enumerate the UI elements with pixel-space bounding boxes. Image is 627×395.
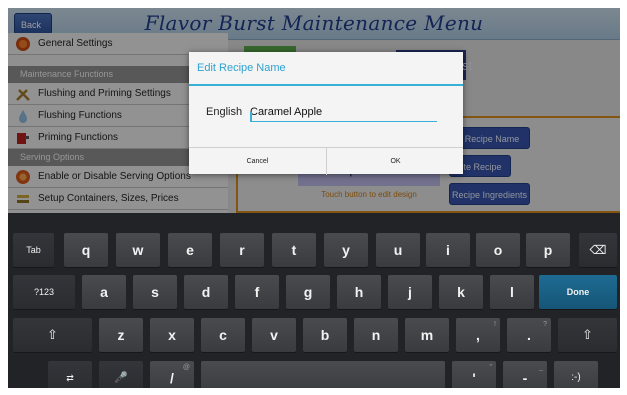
key-slash[interactable]: / @ <box>150 361 194 388</box>
key-f[interactable]: f <box>235 275 279 309</box>
on-screen-keyboard: Tab q w e r t y u i o p ⌫ ?123 a s d f g… <box>8 213 620 388</box>
key-apostrophe[interactable]: ' " <box>452 361 496 388</box>
key-b[interactable]: b <box>303 318 347 352</box>
shift-key-right[interactable]: ⇧ <box>558 318 617 352</box>
key-i[interactable]: i <box>426 233 470 267</box>
key-q[interactable]: q <box>64 233 108 267</box>
key-period[interactable]: .? <box>507 318 551 352</box>
key-j[interactable]: j <box>388 275 432 309</box>
key-s[interactable]: s <box>133 275 177 309</box>
key-r[interactable]: r <box>220 233 264 267</box>
key-k[interactable]: k <box>439 275 483 309</box>
key-g[interactable]: g <box>286 275 330 309</box>
key-slash-alt: @ <box>182 364 190 371</box>
dialog-title: Edit Recipe Name <box>197 62 286 74</box>
microphone-icon[interactable]: 🎤 <box>99 361 143 388</box>
key-tab[interactable]: Tab <box>13 233 54 267</box>
backspace-key[interactable]: ⌫ <box>579 233 617 267</box>
key-c[interactable]: c <box>201 318 245 352</box>
key-symbols[interactable]: ?123 <box>13 275 75 309</box>
screenshot-frame: Back Flavor Burst Maintenance Menu Gener… <box>0 0 627 395</box>
cancel-button[interactable]: Cancel <box>189 148 326 175</box>
ok-button[interactable]: OK <box>327 148 464 175</box>
key-period-alt: ? <box>543 321 547 328</box>
key-m[interactable]: m <box>405 318 449 352</box>
key-y[interactable]: y <box>324 233 368 267</box>
key-p[interactable]: p <box>526 233 570 267</box>
key-period-label: . <box>527 327 531 343</box>
key-w[interactable]: w <box>116 233 160 267</box>
emoticon-key[interactable]: :-) <box>554 361 598 388</box>
recipe-name-input[interactable] <box>250 102 437 122</box>
key-comma-label: , <box>476 327 480 343</box>
shift-key-left[interactable]: ⇧ <box>13 318 92 352</box>
key-comma-alt: ! <box>494 321 496 328</box>
key-h[interactable]: h <box>337 275 381 309</box>
space-bar[interactable]: space <box>201 361 445 388</box>
key-t[interactable]: t <box>272 233 316 267</box>
key-d[interactable]: d <box>184 275 228 309</box>
settings-key[interactable]: ⇄ <box>48 361 92 388</box>
key-dash[interactable]: - _ <box>503 361 547 388</box>
dialog-title-divider <box>189 84 463 86</box>
done-key[interactable]: Done <box>539 275 617 309</box>
key-a[interactable]: a <box>82 275 126 309</box>
key-o[interactable]: o <box>476 233 520 267</box>
key-comma[interactable]: ,! <box>456 318 500 352</box>
language-label: English <box>206 106 243 118</box>
key-slash-label: / <box>170 370 174 386</box>
key-l[interactable]: l <box>490 275 534 309</box>
edit-recipe-name-dialog: Edit Recipe Name English Cancel OK <box>189 52 464 175</box>
key-x[interactable]: x <box>150 318 194 352</box>
key-n[interactable]: n <box>354 318 398 352</box>
key-e[interactable]: e <box>168 233 212 267</box>
key-dash-alt: _ <box>539 364 543 371</box>
dialog-button-bar: Cancel OK <box>189 147 464 175</box>
tablet-screen: Back Flavor Burst Maintenance Menu Gener… <box>8 8 620 388</box>
key-z[interactable]: z <box>99 318 143 352</box>
key-apostrophe-alt: " <box>489 364 493 371</box>
key-u[interactable]: u <box>376 233 420 267</box>
key-apostrophe-label: ' <box>472 370 476 386</box>
key-dash-label: - <box>522 370 528 386</box>
key-v[interactable]: v <box>252 318 296 352</box>
text-cursor <box>250 112 252 122</box>
